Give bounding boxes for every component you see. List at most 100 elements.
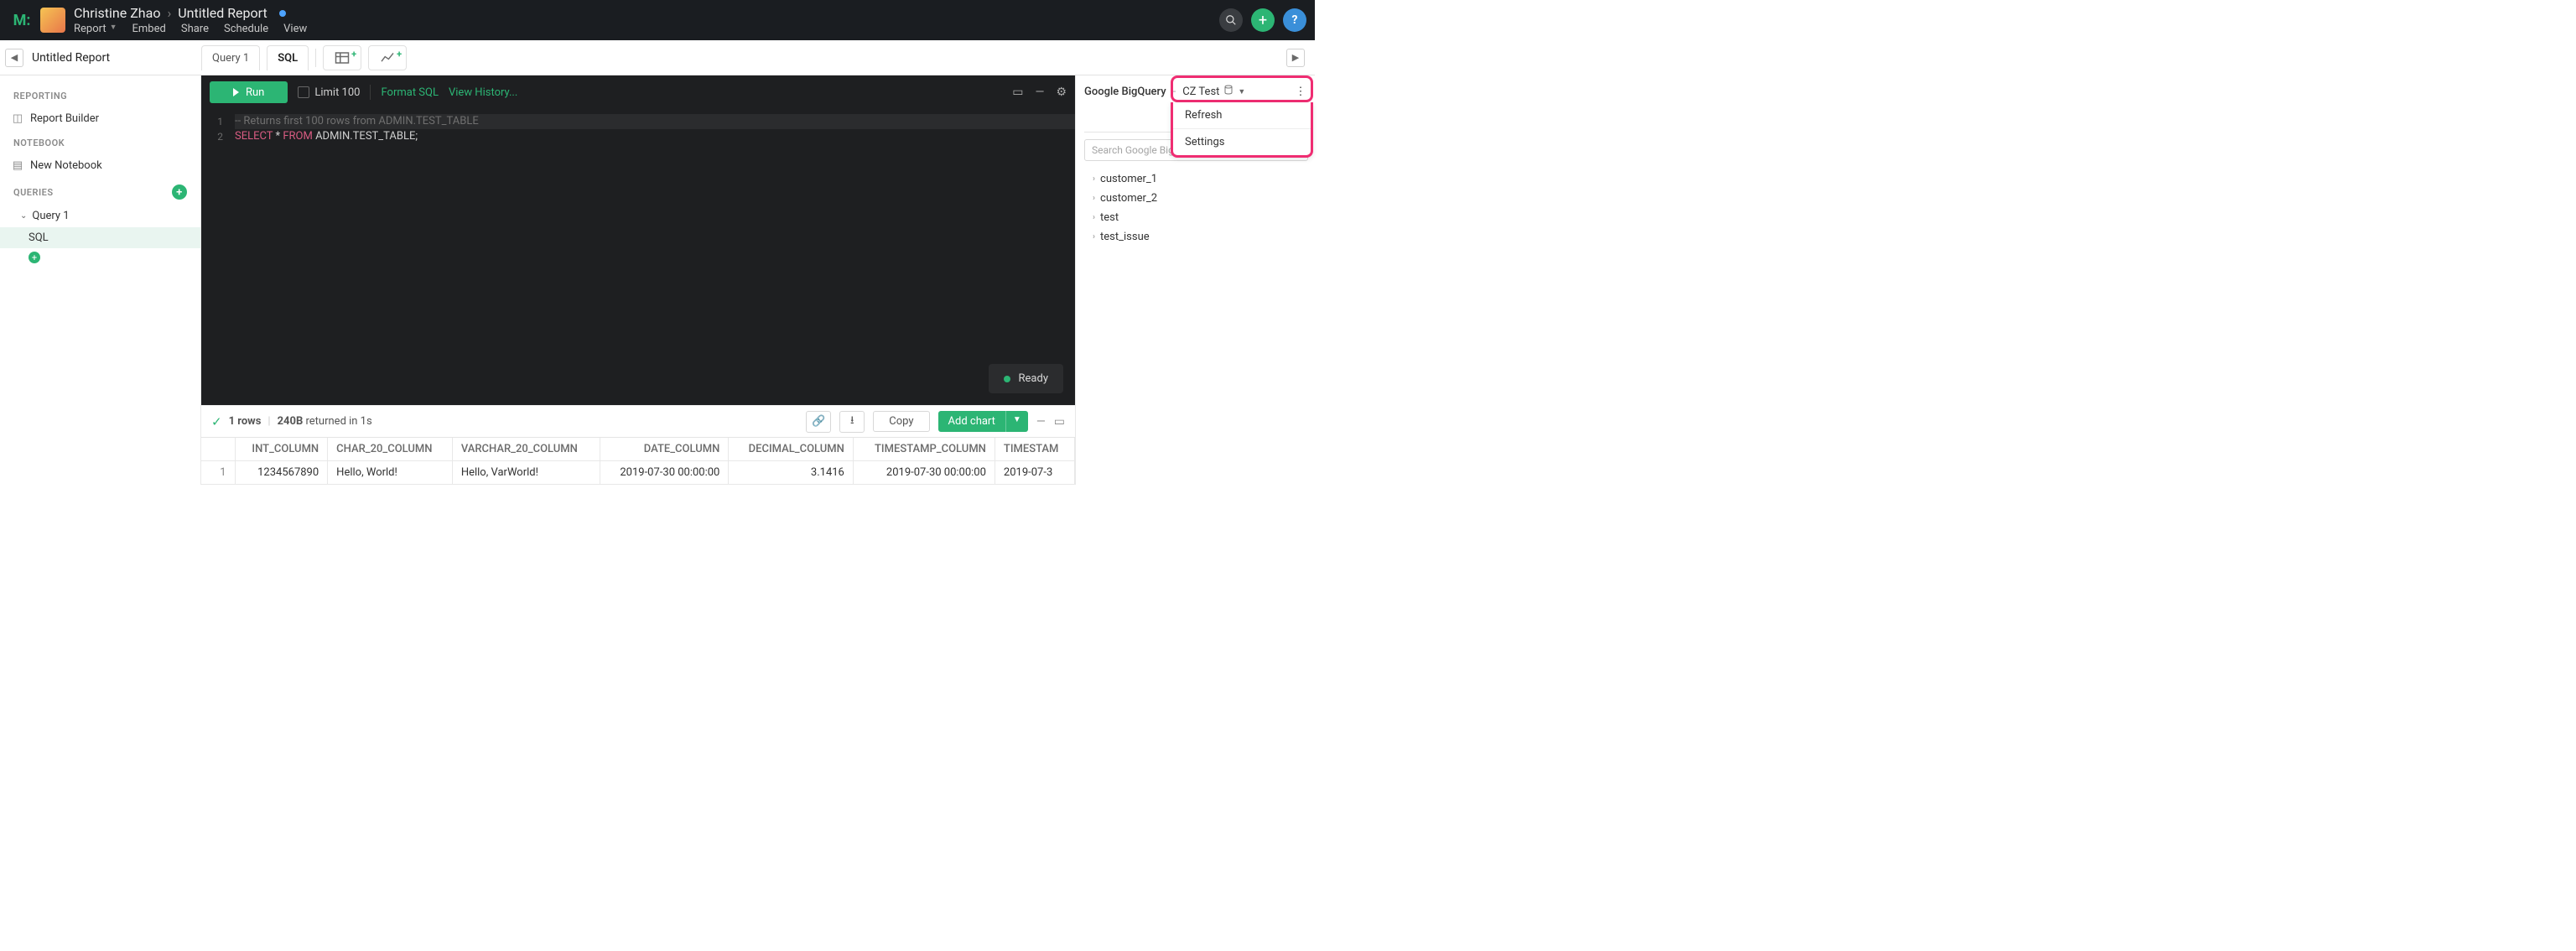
add-query-button[interactable]: +	[172, 184, 187, 200]
sidebar-label: Query 1	[32, 210, 69, 222]
col-char[interactable]: CHAR_20_COLUMN	[328, 438, 453, 461]
col-ts[interactable]: TIMESTAMP_COLUMN	[853, 438, 995, 461]
run-button[interactable]: Run	[210, 81, 288, 103]
schema-node[interactable]: ›customer_2	[1084, 189, 1308, 208]
sidebar-item-sql[interactable]: SQL	[0, 227, 200, 248]
chevron-down-icon: ▼	[1238, 87, 1245, 96]
topbar: M: Christine Zhao › Untitled Report Repo…	[0, 0, 1315, 40]
chevron-right-icon: ›	[1093, 213, 1095, 222]
line-gutter: 1 2	[201, 114, 228, 144]
add-subitem-button[interactable]: +	[29, 252, 40, 263]
add-button[interactable]: +	[1251, 8, 1275, 32]
add-chart-dropdown[interactable]: ▼	[1005, 411, 1028, 432]
status-text: Ready	[1019, 372, 1048, 385]
sidebar-item-report-builder[interactable]: ◫ Report Builder	[0, 107, 200, 131]
menu-view[interactable]: View	[283, 23, 307, 35]
menu-share[interactable]: Share	[181, 23, 209, 35]
chevron-right-icon: ›	[1093, 194, 1095, 203]
sidebar-item-query1[interactable]: ⌄ Query 1	[0, 205, 200, 227]
sql-editor[interactable]: 1 2 -- Returns first 100 rows from ADMIN…	[201, 109, 1075, 405]
check-icon: ✓	[211, 414, 222, 429]
format-sql-button[interactable]: Format SQL	[381, 86, 439, 99]
status-dot-icon	[1004, 376, 1010, 382]
main: REPORTING ◫ Report Builder NOTEBOOK ▤ Ne…	[0, 75, 1315, 485]
menu-settings[interactable]: Settings	[1173, 129, 1311, 155]
link-icon[interactable]: 🔗	[806, 411, 831, 433]
editor-pane: Run Limit 100 Format SQL View History...…	[201, 75, 1075, 485]
chevron-right-icon: ›	[1093, 232, 1095, 242]
schema-node[interactable]: ›test_issue	[1084, 227, 1308, 247]
code-comment: -- Returns first 100 rows from ADMIN.TES…	[235, 115, 479, 127]
add-table-button[interactable]: +	[323, 45, 361, 70]
sidebar-label: New Notebook	[30, 159, 102, 172]
database-icon	[1223, 85, 1233, 98]
col-date[interactable]: DATE_COLUMN	[600, 438, 729, 461]
notebook-icon: ▤	[12, 159, 23, 172]
menu-refresh[interactable]: Refresh	[1173, 102, 1311, 129]
section-queries: QUERIES +	[0, 178, 200, 205]
fullscreen-icon[interactable]: ▭	[1012, 86, 1023, 99]
limit-toggle[interactable]: Limit 100	[298, 86, 360, 99]
expand-results-icon[interactable]: ▭	[1054, 415, 1065, 429]
connection-name[interactable]: Google BigQuery	[1084, 86, 1166, 98]
schema-node[interactable]: ›test	[1084, 208, 1308, 227]
run-label: Run	[246, 86, 264, 99]
schema-context-menu: Refresh Settings	[1171, 102, 1313, 158]
breadcrumb: Christine Zhao › Untitled Report	[74, 5, 307, 21]
minimize-results-icon[interactable]: —	[1036, 415, 1046, 429]
menu-report[interactable]: Report	[74, 23, 106, 35]
menu-schedule[interactable]: Schedule	[224, 23, 268, 35]
chevron-right-icon: ›	[1093, 174, 1095, 184]
chevron-down-icon: ⌄	[20, 211, 27, 221]
nav-forward-button[interactable]: ▶	[1286, 49, 1305, 67]
schema-tree: ›customer_1 ›customer_2 ›test ›test_issu…	[1084, 169, 1308, 247]
plus-icon: +	[351, 49, 356, 60]
section-reporting: REPORTING	[0, 84, 200, 107]
schema-node[interactable]: ›customer_1	[1084, 169, 1308, 189]
result-time: returned in 1s	[303, 415, 371, 428]
section-notebook: NOTEBOOK	[0, 131, 200, 153]
nav-back-button[interactable]: ◀	[5, 49, 23, 67]
report-title[interactable]: Untitled Report	[178, 5, 267, 21]
sql-toolbar: Run Limit 100 Format SQL View History...…	[201, 75, 1075, 109]
add-chart-button[interactable]: Add chart	[938, 411, 1005, 432]
plus-icon: +	[397, 49, 402, 60]
sidebar-label: Report Builder	[30, 112, 99, 125]
schema-panel: Google BigQuery - CZ Test ▼ ⋮ Refresh Se…	[1075, 75, 1315, 485]
sidebar: REPORTING ◫ Report Builder NOTEBOOK ▤ Ne…	[0, 75, 201, 485]
query-tab[interactable]: Query 1	[201, 45, 260, 70]
col-decimal[interactable]: DECIMAL_COLUMN	[729, 438, 854, 461]
checkbox-icon	[298, 86, 309, 98]
app-logo[interactable]: M:	[8, 7, 35, 34]
table-row[interactable]: 1 1234567890 Hello, World! Hello, VarWor…	[201, 461, 1075, 485]
help-button[interactable]: ?	[1283, 8, 1306, 32]
chevron-right-icon: ›	[167, 5, 171, 21]
user-name[interactable]: Christine Zhao	[74, 5, 160, 21]
col-varchar[interactable]: VARCHAR_20_COLUMN	[452, 438, 600, 461]
copy-button[interactable]: Copy	[873, 411, 929, 432]
results-grid[interactable]: INT_COLUMN CHAR_20_COLUMN VARCHAR_20_COL…	[201, 437, 1075, 485]
view-history-button[interactable]: View History...	[449, 86, 517, 99]
table-header-row: INT_COLUMN CHAR_20_COLUMN VARCHAR_20_COL…	[201, 438, 1075, 461]
col-int[interactable]: INT_COLUMN	[235, 438, 328, 461]
download-icon[interactable]: ⭳	[839, 411, 865, 433]
database-dropdown[interactable]: CZ Test ▼	[1182, 85, 1245, 98]
menu-embed[interactable]: Embed	[132, 23, 166, 35]
add-chart-button[interactable]: +	[368, 45, 407, 70]
sidebar-item-new-notebook[interactable]: ▤ New Notebook	[0, 153, 200, 178]
sql-tab[interactable]: SQL	[267, 45, 309, 70]
minimize-icon[interactable]: —	[1036, 86, 1045, 99]
unsaved-indicator-icon	[279, 10, 286, 17]
col-ts2[interactable]: TIMESTAM	[995, 438, 1074, 461]
result-size: 240B	[278, 415, 304, 428]
search-icon[interactable]	[1219, 8, 1243, 32]
chart-icon: ◫	[12, 112, 23, 125]
gear-icon[interactable]: ⚙	[1056, 86, 1067, 99]
more-menu-button[interactable]: ⋮	[1293, 84, 1308, 99]
play-icon	[233, 88, 239, 96]
report-tab[interactable]: Untitled Report	[32, 51, 110, 65]
avatar[interactable]	[40, 8, 65, 33]
menubar: Report▼ Embed Share Schedule View	[74, 23, 307, 35]
status-pill: Ready	[989, 364, 1063, 393]
results-bar: ✓ 1 rows | 240B returned in 1s 🔗 ⭳ Copy …	[201, 405, 1075, 437]
